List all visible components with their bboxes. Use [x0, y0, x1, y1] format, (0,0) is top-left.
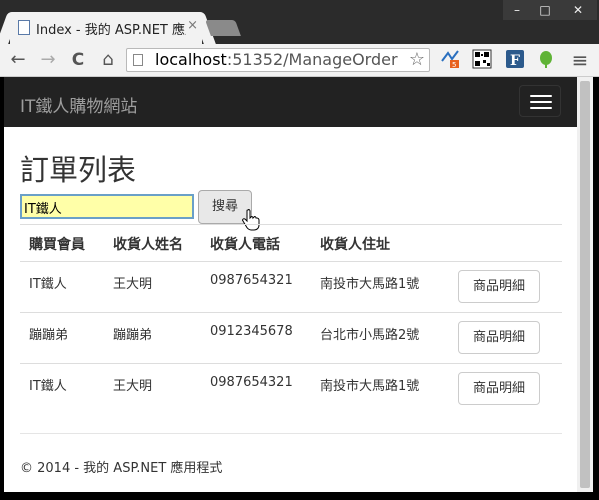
url-text: localhost:51352/ManageOrder — [155, 50, 398, 69]
url-host: localhost — [155, 50, 227, 69]
cell-member: IT鐵人 — [29, 277, 67, 292]
footer-divider — [20, 433, 562, 434]
page-icon — [133, 54, 143, 66]
new-tab-button[interactable] — [205, 20, 241, 36]
table-divider — [20, 224, 562, 225]
page-viewport: IT鐵人購物網站 訂單列表 IT鐵人 搜尋 購買會員 收貨人姓名 收貨人電話 收… — [4, 77, 577, 492]
feedly-icon[interactable]: F — [505, 49, 525, 69]
header-member: 購買會員 — [29, 237, 85, 253]
cell-recipient-name: 蹦蹦弟 — [113, 328, 153, 343]
footer-copyright: © 2014 - 我的 ASP.NET 應用程式 — [20, 461, 223, 476]
site-navbar: IT鐵人購物網站 — [4, 77, 577, 127]
svg-text:5: 5 — [452, 61, 456, 69]
vertical-scrollbar[interactable] — [577, 77, 593, 492]
cell-recipient-address: 南投市大馬路1號 — [320, 277, 420, 292]
table-divider — [20, 261, 562, 262]
header-recipient-phone: 收貨人電話 — [210, 237, 280, 253]
back-icon[interactable]: ← — [6, 48, 30, 72]
hamburger-bar — [530, 95, 552, 97]
tab-title: Index - 我的 ASP.NET 應用 — [36, 23, 186, 38]
browser-tab[interactable]: Index - 我的 ASP.NET 應用 × — [10, 12, 202, 44]
hamburger-bar — [530, 101, 552, 103]
cell-recipient-address: 台北市小馬路2號 — [320, 328, 420, 343]
tab-close-icon[interactable]: × — [187, 18, 198, 33]
cell-recipient-phone: 0987654321 — [210, 273, 293, 288]
forward-icon[interactable]: → — [36, 48, 60, 72]
menu-icon[interactable]: ≡ — [568, 48, 592, 72]
product-details-button[interactable]: 商品明細 — [458, 321, 540, 354]
maximize-button[interactable]: □ — [531, 0, 559, 20]
qr-code-icon[interactable] — [472, 49, 492, 69]
search-input[interactable]: IT鐵人 — [20, 194, 194, 219]
cell-recipient-address: 南投市大馬路1號 — [320, 379, 420, 394]
evernote-icon[interactable] — [536, 49, 556, 69]
bookmark-star-icon[interactable]: ☆ — [409, 49, 425, 70]
title-bar: Index - 我的 ASP.NET 應用 × – □ ✕ — [0, 0, 599, 44]
url-path: :51352/ManageOrder — [226, 50, 398, 69]
address-bar[interactable]: localhost:51352/ManageOrder ☆ — [126, 48, 430, 72]
hand-cursor-icon — [242, 209, 260, 231]
header-recipient-name: 收貨人姓名 — [113, 237, 183, 253]
page-title: 訂單列表 — [20, 153, 137, 187]
cell-member: 蹦蹦弟 — [29, 328, 69, 343]
table-divider — [20, 363, 562, 364]
product-details-button[interactable]: 商品明細 — [458, 372, 540, 405]
hamburger-bar — [530, 107, 552, 109]
cell-member: IT鐵人 — [29, 379, 67, 394]
scrollbar-thumb[interactable] — [580, 81, 590, 488]
close-window-button[interactable]: ✕ — [559, 0, 597, 20]
reload-icon[interactable]: C — [66, 48, 90, 72]
cell-recipient-phone: 0987654321 — [210, 375, 293, 390]
site-brand-link[interactable]: IT鐵人購物網站 — [20, 92, 137, 117]
cell-recipient-name: 王大明 — [113, 379, 153, 394]
cell-recipient-phone: 0912345678 — [210, 324, 293, 339]
page-icon — [18, 20, 30, 35]
header-recipient-address: 收貨人住址 — [320, 237, 390, 253]
cell-recipient-name: 王大明 — [113, 277, 153, 292]
table-divider — [20, 312, 562, 313]
minimize-button[interactable]: – — [503, 0, 531, 20]
svg-text:F: F — [510, 53, 520, 69]
home-icon[interactable]: ⌂ — [96, 48, 120, 72]
extension-icon[interactable]: 5 — [440, 49, 460, 69]
browser-window: Index - 我的 ASP.NET 應用 × – □ ✕ ← → C ⌂ lo… — [0, 0, 599, 500]
product-details-button[interactable]: 商品明細 — [458, 270, 540, 303]
navbar-toggle-button[interactable] — [519, 85, 561, 117]
